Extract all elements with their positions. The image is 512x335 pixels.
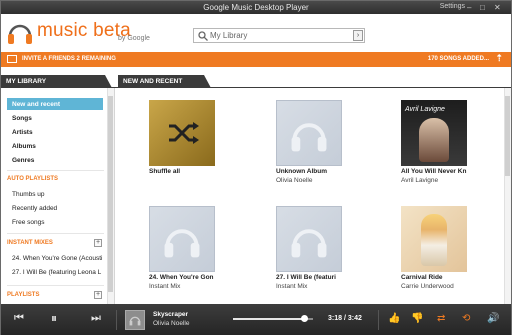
sidebar-item-free-songs[interactable]: Free songs <box>7 216 103 228</box>
album-artist[interactable]: Avril Lavigne <box>401 177 469 184</box>
main-scroll-thumb[interactable] <box>505 96 510 176</box>
album-title[interactable]: 27. I Will Be (featuri <box>276 274 344 281</box>
player-divider <box>378 310 379 330</box>
sidebar-divider <box>7 285 104 286</box>
album-title[interactable]: Unknown Album <box>276 168 344 175</box>
album-artist[interactable]: Olivia Noelle <box>276 177 344 184</box>
headphones-placeholder-icon <box>129 316 141 326</box>
invite-friends-link[interactable]: INVITE A FRIENDS 2 REMAINING <box>22 56 116 62</box>
album-art-text: Avril Lavigne <box>405 106 445 113</box>
auto-playlists-heading: AUTO PLAYLISTS <box>7 176 59 182</box>
mail-icon[interactable] <box>7 55 17 63</box>
album-art[interactable] <box>149 100 215 166</box>
invite-banner: INVITE A FRIENDS 2 REMAINING 170 SONGS A… <box>1 52 511 67</box>
shuffle-icon[interactable]: ⇄ <box>437 313 445 324</box>
now-playing-cover[interactable] <box>125 310 145 330</box>
add-playlist-button[interactable]: + <box>94 291 102 299</box>
window-title: Google Music Desktop Player <box>203 3 309 12</box>
progress-fill <box>233 318 305 320</box>
artist-photo <box>419 118 449 162</box>
songs-added-status: 170 SONGS ADDED... <box>427 56 489 62</box>
app-window: Google Music Desktop Player Settings ‒ □… <box>0 0 512 335</box>
progress-slider[interactable] <box>233 315 313 322</box>
playback-time: 3:18 / 3:42 <box>328 315 362 322</box>
minimize-icon[interactable]: ‒ <box>467 3 471 12</box>
headphones-placeholder-icon <box>291 229 327 258</box>
previous-track-icon[interactable]: ⏮ <box>14 312 24 325</box>
next-track-icon[interactable]: ⏭ <box>91 312 101 325</box>
album-art[interactable] <box>149 206 215 272</box>
repeat-icon[interactable]: ⟲ <box>462 313 470 324</box>
close-icon[interactable]: ✕ <box>494 3 501 12</box>
sidebar-divider <box>7 170 104 171</box>
album-art[interactable] <box>276 100 342 166</box>
sidebar-item-artists[interactable]: Artists <box>7 126 103 138</box>
album-art[interactable] <box>276 206 342 272</box>
sidebar-scrollbar[interactable] <box>107 88 114 304</box>
album-title[interactable]: All You Will Never Kn <box>401 168 469 175</box>
search-go-button[interactable]: › <box>353 30 363 41</box>
album-grid: Shuffle all Unknown Album Olivia Noelle … <box>116 88 511 304</box>
album-title[interactable]: Carnival Ride <box>401 274 469 281</box>
album-card[interactable]: Avril Lavigne All You Will Never Kn Avri… <box>401 100 469 184</box>
album-card[interactable]: Carnival Ride Carrie Underwood <box>401 206 469 290</box>
sidebar-item-thumbs-up[interactable]: Thumbs up <box>7 188 103 200</box>
maximize-icon[interactable]: □ <box>480 3 485 12</box>
sidebar-divider <box>7 233 104 234</box>
album-art[interactable] <box>401 206 467 272</box>
add-instant-mix-button[interactable]: + <box>94 239 102 247</box>
sidebar-scroll-thumb[interactable] <box>108 96 113 292</box>
headphones-placeholder-icon <box>164 229 200 258</box>
main-scrollbar[interactable] <box>504 88 511 304</box>
album-card[interactable]: 27. I Will Be (featuri Instant Mix <box>276 206 344 290</box>
album-title[interactable]: Shuffle all <box>149 168 217 175</box>
player-bar: ⏮ ⏸ ⏭ Skyscraper Olivia Noelle 3:18 / 3:… <box>1 304 511 335</box>
logo-text: music beta <box>37 20 131 41</box>
album-card[interactable]: Shuffle all <box>149 100 215 180</box>
album-artist[interactable]: Instant Mix <box>276 283 344 290</box>
upload-icon[interactable]: ⇡ <box>495 53 503 64</box>
thumbs-down-icon[interactable]: 👎 <box>411 313 423 324</box>
progress-handle[interactable] <box>301 315 309 322</box>
sidebar-item-genres[interactable]: Genres <box>7 154 103 166</box>
album-title[interactable]: 24. When You're Gon <box>149 274 217 281</box>
album-card[interactable]: Unknown Album Olivia Noelle <box>276 100 344 184</box>
logo-by-google: by Google <box>118 35 150 42</box>
title-bar: Google Music Desktop Player Settings ‒ □… <box>1 1 511 14</box>
album-card[interactable]: 24. When You're Gon Instant Mix <box>149 206 217 290</box>
search-placeholder: My Library <box>210 31 248 40</box>
album-artist[interactable]: Instant Mix <box>149 283 217 290</box>
sidebar-item-recently-added[interactable]: Recently added <box>7 202 103 214</box>
shuffle-icon <box>169 122 199 144</box>
now-playing-artist: Olivia Noelle <box>153 320 190 327</box>
thumbs-up-icon[interactable]: 👍 <box>388 313 400 324</box>
sidebar: New and recent Songs Artists Albums Genr… <box>1 88 115 304</box>
instant-mixes-heading: INSTANT MIXES <box>7 240 53 246</box>
playlists-heading: PLAYLISTS <box>7 292 40 298</box>
player-divider <box>116 310 117 330</box>
sidebar-item-instant-mix[interactable]: 24. When You're Gone (Acousti <box>7 252 103 264</box>
sidebar-item-new-and-recent[interactable]: New and recent <box>7 98 103 110</box>
album-art[interactable]: Avril Lavigne <box>401 100 467 166</box>
header: music beta by Google My Library › <box>1 14 511 52</box>
pause-icon[interactable]: ⏸ <box>51 311 57 326</box>
artist-photo <box>421 214 447 266</box>
album-artist[interactable]: Carrie Underwood <box>401 283 469 290</box>
headphones-placeholder-icon <box>291 123 327 152</box>
sidebar-item-albums[interactable]: Albums <box>7 140 103 152</box>
sidebar-item-songs[interactable]: Songs <box>7 112 103 124</box>
sidebar-item-instant-mix[interactable]: 27. I Will Be (featuring Leona L <box>7 266 103 278</box>
search-icon <box>198 31 208 41</box>
search-input[interactable]: My Library › <box>193 28 365 43</box>
volume-icon[interactable]: 🔊 <box>487 313 499 324</box>
now-playing-title: Skyscraper <box>153 311 189 318</box>
headphones-logo-icon <box>8 24 32 44</box>
settings-link[interactable]: Settings <box>440 3 465 10</box>
